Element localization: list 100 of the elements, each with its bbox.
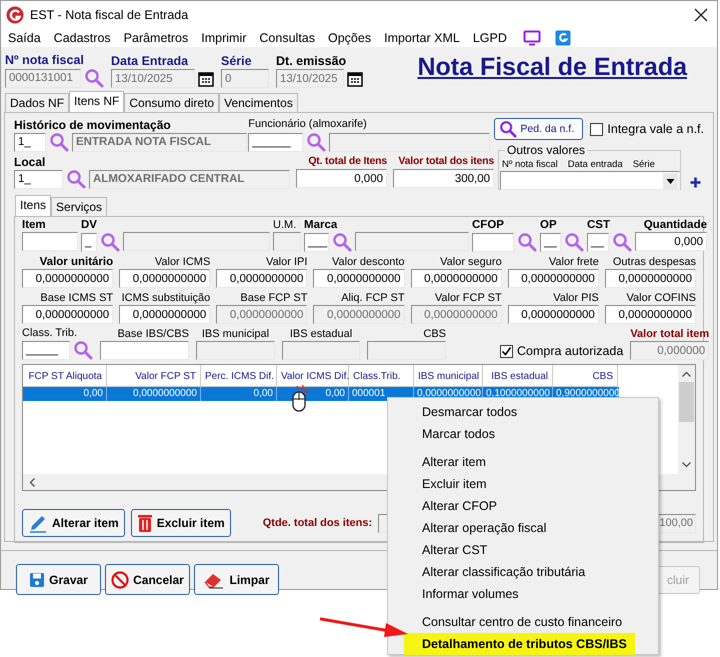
menu-item[interactable]: Detalhamento de tributos CBS/IBS [404, 633, 635, 655]
menu-item[interactable]: Informar volumes [420, 583, 521, 605]
search-icon[interactable] [612, 232, 632, 252]
menu-item[interactable]: Consultas [259, 30, 315, 44]
tab[interactable]: Itens [15, 195, 52, 216]
value-field[interactable]: 0,0000000000 [119, 305, 210, 324]
input-field[interactable] [472, 232, 514, 252]
scroll-thumb[interactable] [679, 382, 694, 422]
clear-button[interactable]: Limpar [194, 564, 279, 595]
menu-item[interactable]: Alterar operação fiscal [420, 517, 548, 539]
input-field[interactable] [100, 341, 189, 360]
vertical-scrollbar[interactable] [678, 365, 695, 474]
input-field[interactable]: 0 [221, 69, 269, 88]
field-label: Série [221, 54, 253, 69]
input-field[interactable]: ___ [304, 232, 329, 252]
calendar-icon[interactable] [347, 70, 363, 86]
menu-item[interactable]: Excluir item [420, 473, 489, 495]
field-label: OP [540, 219, 558, 232]
column-header[interactable]: Valor ICMS Dif. [277, 365, 349, 387]
input-field[interactable]: 0000131001 [5, 68, 81, 88]
tab[interactable]: Consumo direto [124, 93, 220, 112]
monitor-icon[interactable] [522, 30, 541, 46]
menu-item[interactable]: Alterar CFOP [420, 495, 500, 517]
column-header[interactable]: IBS estadual [483, 365, 553, 387]
app-badge-icon[interactable] [554, 30, 571, 46]
menu-item[interactable]: Consultar centro de custo financeiro [420, 611, 624, 633]
menu-item[interactable]: Importar XML [384, 30, 460, 44]
search-icon[interactable] [306, 132, 326, 152]
value-field[interactable]: 0,0000000000 [22, 305, 114, 324]
code-field[interactable]: 1_ [14, 170, 63, 188]
column-header: Nº nota fiscal [502, 159, 558, 171]
search-icon[interactable] [49, 132, 69, 152]
value-field[interactable]: 0,0000000000 [410, 269, 502, 288]
scroll-up-icon[interactable] [682, 371, 691, 377]
menu-item[interactable]: Alterar CST [420, 539, 490, 561]
menu-item[interactable]: Parâmetros [124, 30, 188, 44]
code-field[interactable]: ______ [248, 132, 304, 152]
search-icon[interactable] [100, 232, 120, 252]
menu-item[interactable]: Cadastros [54, 30, 111, 44]
input-field[interactable]: _____ [22, 340, 70, 360]
value-field[interactable]: 0,0000000000 [216, 269, 308, 288]
tab[interactable]: Serviços [51, 197, 108, 216]
tab[interactable]: Vencimentos [219, 93, 298, 112]
menu-item[interactable]: Alterar classificação tributária [420, 561, 588, 583]
field-label: Aliq. FCP ST [340, 292, 405, 305]
delete-item-button[interactable]: Excluir item [130, 509, 231, 537]
scroll-down-icon[interactable] [682, 462, 691, 468]
column-header[interactable]: Class.Trib. [349, 365, 414, 387]
scroll-left-icon[interactable] [29, 478, 35, 486]
field-label: Base IBS/CBS [116, 328, 189, 341]
tab[interactable]: Dados NF [5, 93, 70, 112]
input-field[interactable]: _ [81, 232, 97, 252]
input-field[interactable]: 13/10/2025 [111, 69, 195, 88]
cancel-button[interactable]: Cancelar [105, 564, 190, 595]
search-icon[interactable] [517, 232, 537, 252]
column-header[interactable]: CBS [553, 365, 618, 387]
field-label: Valor IPI [265, 256, 308, 269]
value-field[interactable]: 0,0000000000 [508, 269, 599, 288]
input-field[interactable]: 0,000 [635, 232, 707, 251]
tab[interactable]: Itens NF [69, 91, 124, 112]
close-icon[interactable] [694, 8, 708, 22]
menu-item[interactable]: Marcar todos [420, 423, 497, 445]
search-icon[interactable] [84, 68, 104, 88]
menu-item[interactable]: Opções [328, 30, 372, 44]
menu-item[interactable]: Saída [8, 30, 41, 44]
code-field[interactable]: 1_ [14, 132, 46, 152]
checkbox[interactable] [500, 344, 513, 358]
field-label: Valor COFINS [626, 292, 696, 305]
dropdown[interactable] [500, 171, 680, 190]
value-field[interactable]: 0,0000000000 [604, 305, 696, 324]
search-icon[interactable] [564, 232, 584, 252]
plus-icon[interactable] [690, 177, 701, 188]
checkbox[interactable] [590, 122, 604, 136]
menu-item[interactable]: Imprimir [201, 30, 246, 44]
input-field[interactable] [22, 232, 78, 251]
field-label: Qt. total de Itens [308, 155, 387, 169]
input-field[interactable]: 13/10/2025 [276, 69, 344, 88]
input-field[interactable]: __ [540, 232, 561, 252]
column-header[interactable]: FCP ST Aliquota [23, 365, 107, 387]
value-field[interactable]: 0,0000000000 [313, 269, 405, 288]
search-icon[interactable] [73, 340, 93, 360]
value-field[interactable]: 0,0000000000 [604, 269, 696, 288]
order-button[interactable]: Ped. da n.f. [494, 118, 584, 140]
menu-item[interactable]: Alterar item [420, 451, 488, 473]
field-label: Funcionário (almoxarife) [248, 118, 368, 132]
edit-item-button[interactable]: Alterar item [22, 509, 125, 537]
column-header[interactable]: Perc. ICMS Dif. [201, 365, 277, 387]
input-field[interactable]: __ [587, 232, 609, 252]
search-icon[interactable] [66, 169, 86, 189]
value-field[interactable]: 0,0000000000 [508, 305, 599, 324]
field-label: Valor FCP ST [434, 292, 502, 305]
save-button[interactable]: Gravar [16, 564, 101, 595]
value-field[interactable]: 0,0000000000 [119, 269, 210, 288]
menu-item[interactable]: Desmarcar todos [420, 401, 520, 423]
value-field[interactable]: 0,0000000000 [22, 269, 114, 288]
menu-item[interactable]: LGPD [472, 30, 507, 44]
column-header[interactable]: IBS municipal [414, 365, 483, 387]
column-header[interactable]: Valor FCP ST [107, 365, 201, 387]
search-icon[interactable] [332, 232, 352, 252]
calendar-icon[interactable] [198, 70, 214, 86]
